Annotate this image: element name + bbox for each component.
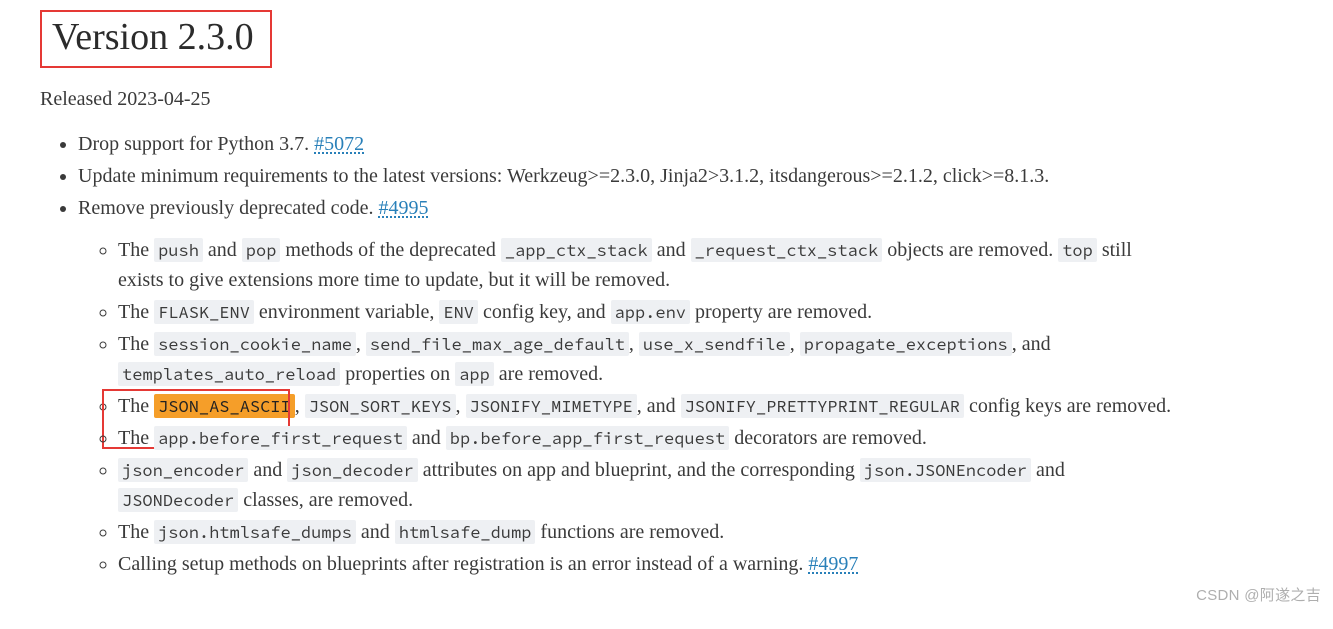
code-token: session_cookie_name xyxy=(154,332,356,356)
text: and xyxy=(407,427,446,449)
released-date: Released 2023-04-25 xyxy=(40,88,1293,111)
text: and xyxy=(356,521,395,543)
text: and xyxy=(1031,459,1065,481)
text: config keys are removed. xyxy=(964,395,1171,417)
changelog-top-list: Drop support for Python 3.7. #5072 Updat… xyxy=(40,129,1178,579)
text: , xyxy=(295,395,305,417)
code-token-json-as-ascii: JSON_AS_ASCII xyxy=(154,394,295,418)
code-token: use_x_sendfile xyxy=(639,332,790,356)
list-item: Drop support for Python 3.7. #5072 xyxy=(78,129,1178,159)
text: , xyxy=(629,333,639,355)
text: , and xyxy=(1012,333,1051,355)
text: , xyxy=(356,333,366,355)
code-token: FLASK_ENV xyxy=(154,300,254,324)
list-item-json-config-keys: The JSON_AS_ASCII, JSON_SORT_KEYS, JSONI… xyxy=(118,391,1178,421)
code-token: _request_ctx_stack xyxy=(691,238,883,262)
text: The xyxy=(118,333,154,355)
code-token: propagate_exceptions xyxy=(800,332,1012,356)
watermark: CSDN @阿遂之吉 xyxy=(1196,584,1321,605)
text: functions are removed. xyxy=(535,521,724,543)
text: property are removed. xyxy=(690,301,872,323)
list-item: The session_cookie_name, send_file_max_a… xyxy=(118,329,1178,389)
code-token: templates_auto_reload xyxy=(118,362,340,386)
list-item: Update minimum requirements to the lates… xyxy=(78,161,1178,191)
text: environment variable, xyxy=(254,301,440,323)
issue-link-4997[interactable]: #4997 xyxy=(808,553,858,575)
text: , xyxy=(456,395,466,417)
list-item: The json.htmlsafe_dumps and htmlsafe_dum… xyxy=(118,517,1178,547)
text: methods of the deprecated xyxy=(280,239,500,261)
text: , and xyxy=(637,395,681,417)
text: Remove previously deprecated code. xyxy=(78,197,378,219)
list-item: The FLASK_ENV environment variable, ENV … xyxy=(118,297,1178,327)
page-title: Version 2.3.0 xyxy=(40,10,272,68)
text: config key, and xyxy=(478,301,611,323)
text: The xyxy=(118,395,154,417)
code-token: app.before_first_request xyxy=(154,426,407,450)
code-token: top xyxy=(1058,238,1097,262)
list-item: The app.before_first_request and bp.befo… xyxy=(118,423,1178,453)
text: and xyxy=(652,239,691,261)
text: The xyxy=(118,521,154,543)
text: The xyxy=(118,239,154,261)
text: are removed. xyxy=(494,363,603,385)
text: decorators are removed. xyxy=(729,427,927,449)
code-token: app xyxy=(455,362,494,386)
code-token: app.env xyxy=(611,300,690,324)
code-token: json.htmlsafe_dumps xyxy=(154,520,356,544)
code-token: pop xyxy=(242,238,281,262)
text: objects are removed. xyxy=(882,239,1058,261)
issue-link-4995[interactable]: #4995 xyxy=(378,197,428,219)
code-token: JSON_SORT_KEYS xyxy=(305,394,456,418)
issue-link-5072[interactable]: #5072 xyxy=(314,133,364,155)
text: , xyxy=(790,333,800,355)
code-token: send_file_max_age_default xyxy=(366,332,629,356)
text: The xyxy=(118,427,154,449)
text: Calling setup methods on blueprints afte… xyxy=(118,553,808,575)
code-token: json_encoder xyxy=(118,458,248,482)
list-item: Remove previously deprecated code. #4995… xyxy=(78,193,1178,579)
code-token: JSONIFY_PRETTYPRINT_REGULAR xyxy=(681,394,964,418)
text: and xyxy=(248,459,287,481)
code-token: json_decoder xyxy=(287,458,417,482)
code-token: JSONIFY_MIMETYPE xyxy=(466,394,637,418)
code-token: ENV xyxy=(439,300,478,324)
text: attributes on app and blueprint, and the… xyxy=(418,459,860,481)
list-item: The push and pop methods of the deprecat… xyxy=(118,235,1178,295)
text: properties on xyxy=(340,363,455,385)
list-item: Calling setup methods on blueprints afte… xyxy=(118,549,1178,579)
text: The xyxy=(118,301,154,323)
changelog-sub-list: The push and pop methods of the deprecat… xyxy=(78,235,1178,579)
text: Drop support for Python 3.7. xyxy=(78,133,314,155)
list-item: json_encoder and json_decoder attributes… xyxy=(118,455,1178,515)
code-token: push xyxy=(154,238,203,262)
text: classes, are removed. xyxy=(238,489,413,511)
code-token: JSONDecoder xyxy=(118,488,238,512)
code-token: _app_ctx_stack xyxy=(501,238,652,262)
code-token: htmlsafe_dump xyxy=(395,520,536,544)
code-token: json.JSONEncoder xyxy=(860,458,1031,482)
text: and xyxy=(203,239,242,261)
code-token: bp.before_app_first_request xyxy=(446,426,729,450)
